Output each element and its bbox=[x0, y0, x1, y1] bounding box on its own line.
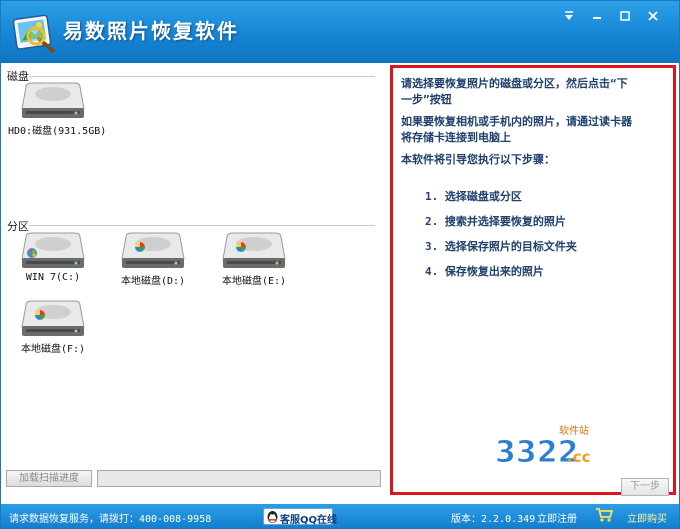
service-hotline-text: 请求数据恢复服务，请拨打：400-008-9958 bbox=[9, 514, 212, 525]
local-drive-icon bbox=[21, 300, 85, 336]
watermark-number: 3322 bbox=[495, 435, 579, 470]
local-drive-icon bbox=[121, 232, 185, 268]
instruction-text: 将存储卡连接到电脑上 bbox=[401, 131, 511, 144]
local-drive-icon bbox=[222, 232, 286, 268]
load-scan-progress-button[interactable]: 加载扫描进度 bbox=[6, 470, 92, 487]
qq-penguin-icon bbox=[267, 511, 278, 523]
watermark-tag: 软件站 bbox=[559, 424, 589, 437]
step-item: 1. 选择磁盘或分区 bbox=[425, 190, 522, 203]
partition-label: 本地磁盘(E:) bbox=[221, 276, 287, 287]
close-icon bbox=[648, 11, 658, 21]
instructions-panel: 请选择要恢复照片的磁盘或分区，然后点击“下 一步”按钮 如果要恢复相机或手机内的… bbox=[390, 65, 676, 496]
instruction-text: 本软件将引导您执行以下步骤： bbox=[401, 153, 555, 166]
chevron-down-icon bbox=[565, 11, 573, 20]
app-window: 易数照片恢复软件 磁盘 HD0:磁盘(931.5GB) 分区 WIN 7(C:)… bbox=[0, 0, 680, 529]
instruction-text: 请选择要恢复照片的磁盘或分区，然后点击“下 bbox=[401, 77, 628, 90]
qq-support-button[interactable]: 客服QQ在线 bbox=[263, 508, 337, 526]
menu-button[interactable] bbox=[557, 8, 581, 26]
watermark-suffix: .cc bbox=[567, 448, 590, 466]
step-item: 4. 保存恢复出来的照片 bbox=[425, 265, 544, 278]
scan-progress-bar bbox=[97, 470, 381, 487]
system-drive-icon bbox=[21, 232, 85, 268]
instruction-text: 一步”按钮 bbox=[401, 93, 452, 106]
next-step-button[interactable]: 下一步 bbox=[621, 478, 669, 496]
partition-item-d[interactable]: 本地磁盘(D:) bbox=[108, 231, 198, 287]
partition-label: WIN 7(C:) bbox=[25, 272, 81, 283]
partition-item-e[interactable]: 本地磁盘(E:) bbox=[209, 231, 299, 287]
window-title: 易数照片恢复软件 bbox=[63, 19, 239, 43]
register-link[interactable]: 立即注册 bbox=[537, 510, 577, 525]
title-bar[interactable]: 易数照片恢复软件 bbox=[1, 1, 679, 63]
watermark-logo: 3322 .cc 软件站 bbox=[495, 424, 591, 470]
cart-icon bbox=[596, 508, 613, 522]
divider bbox=[29, 76, 375, 77]
instruction-text: 如果要恢复相机或手机内的照片，请通过读卡器 bbox=[401, 115, 632, 128]
hard-disk-icon bbox=[21, 82, 85, 118]
divider bbox=[29, 225, 375, 226]
partition-label: 本地磁盘(F:) bbox=[20, 344, 86, 355]
minimize-button[interactable] bbox=[585, 8, 609, 26]
disk-item-hd0[interactable]: HD0:磁盘(931.5GB) bbox=[8, 81, 107, 137]
maximize-icon bbox=[620, 11, 630, 21]
status-bar: 请求数据恢复服务，请拨打：400-008-9958 客服QQ在线 版本：2.2.… bbox=[1, 504, 679, 528]
step-item: 3. 选择保存照片的目标文件夹 bbox=[425, 240, 577, 253]
disk-label: HD0:磁盘(931.5GB) bbox=[8, 126, 107, 137]
close-button[interactable] bbox=[641, 8, 665, 26]
version-text: 版本：2.2.0.349 bbox=[451, 514, 536, 525]
partition-item-f[interactable]: 本地磁盘(F:) bbox=[8, 299, 98, 355]
drive-list-pane: 磁盘 HD0:磁盘(931.5GB) 分区 WIN 7(C:) 本地磁盘(D:)… bbox=[1, 63, 386, 495]
partition-item-c[interactable]: WIN 7(C:) bbox=[8, 231, 98, 283]
step-item: 2. 搜索并选择要恢复的照片 bbox=[425, 215, 566, 228]
maximize-button[interactable] bbox=[613, 8, 637, 26]
buy-now-link[interactable]: 立即购买 bbox=[627, 510, 667, 525]
app-logo-icon bbox=[12, 14, 55, 53]
minimize-icon bbox=[593, 17, 601, 19]
qq-support-label: 客服QQ在线 bbox=[280, 515, 338, 526]
partition-label: 本地磁盘(D:) bbox=[120, 276, 186, 287]
